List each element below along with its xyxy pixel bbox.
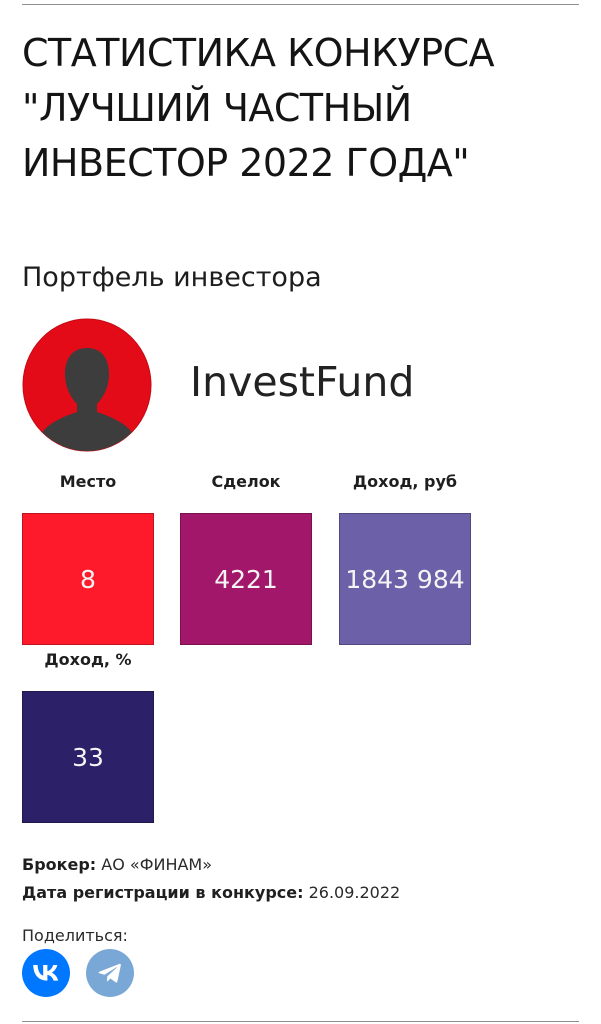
page-title: СТАТИСТИКА КОНКУРСА "ЛУЧШИЙ ЧАСТНЫЙ ИНВЕ…	[22, 26, 587, 191]
broker-label: Брокер:	[22, 855, 97, 874]
investor-avatar	[22, 318, 152, 452]
stat-value-box: 4221	[180, 513, 312, 645]
stat-value-box: 33	[22, 691, 154, 823]
stat-value-box: 1843 984	[339, 513, 471, 645]
broker-info: Брокер: АО «ФИНАМ»	[22, 854, 212, 876]
user-silhouette-icon	[22, 318, 152, 452]
share-telegram-button[interactable]	[86, 949, 134, 997]
stat-label: Доход, %	[44, 650, 132, 669]
bottom-divider	[22, 1021, 579, 1022]
page-title-line-1: СТАТИСТИКА КОНКУРСА	[22, 31, 495, 75]
share-label: Поделиться:	[22, 926, 128, 945]
stat-value-box: 8	[22, 513, 154, 645]
investor-name: InvestFund	[190, 358, 415, 406]
telegram-icon	[98, 963, 121, 983]
broker-value: АО «ФИНАМ»	[101, 855, 213, 874]
section-title: Портфель инвестора	[22, 262, 322, 293]
page-title-line-2: "ЛУЧШИЙ ЧАСТНЫЙ	[22, 86, 412, 130]
vk-icon	[33, 965, 59, 981]
page-title-line-3: ИНВЕСТОР 2022 ГОДА"	[22, 141, 470, 185]
registration-date-info: Дата регистрации в конкурсе: 26.09.2022	[22, 882, 400, 904]
top-divider	[22, 4, 579, 5]
registration-date-value: 26.09.2022	[308, 883, 401, 902]
share-vk-button[interactable]	[22, 949, 70, 997]
stat-label: Доход, руб	[352, 472, 458, 491]
registration-date-label: Дата регистрации в конкурсе:	[22, 883, 304, 902]
